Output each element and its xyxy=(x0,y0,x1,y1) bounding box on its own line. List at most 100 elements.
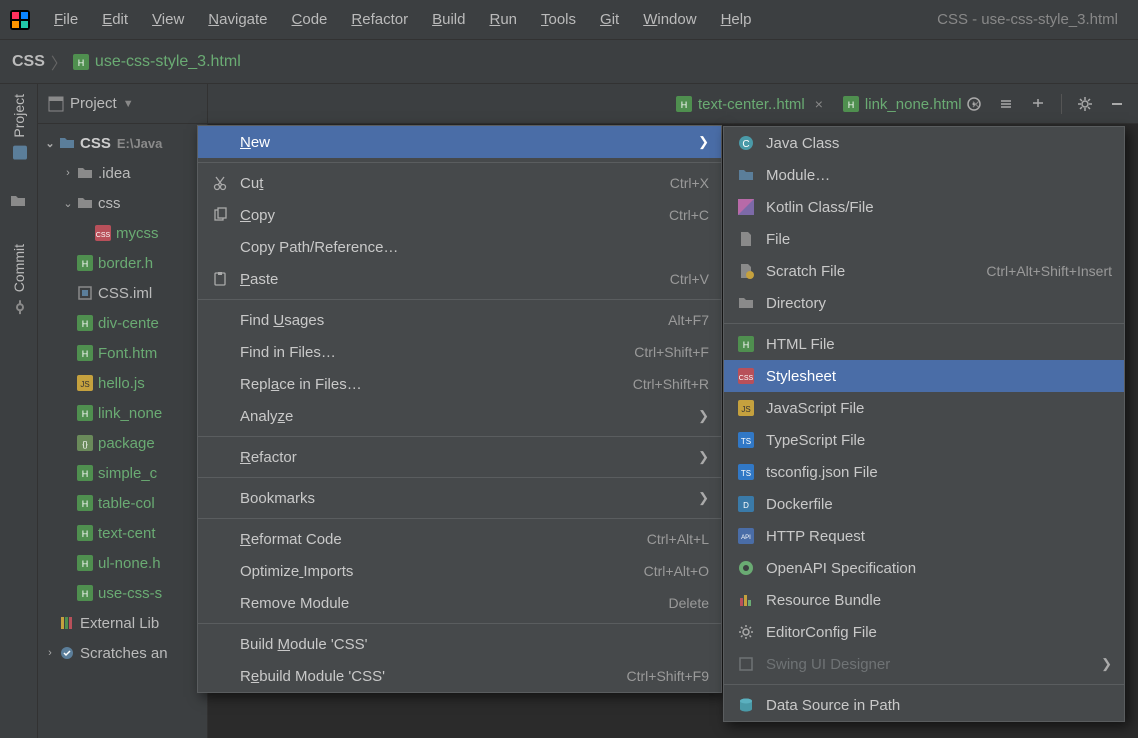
menu-item-data-source-in-path[interactable]: Data Source in Path xyxy=(724,689,1124,721)
tree-item-scratches-an[interactable]: ›Scratches an xyxy=(38,638,207,668)
gutter-commit-tab[interactable]: Commit xyxy=(11,244,27,314)
minimize-icon[interactable] xyxy=(1104,91,1130,117)
menu-run[interactable]: Run xyxy=(479,7,527,32)
openapi-icon xyxy=(736,558,756,578)
tree-item-hello-js[interactable]: JShello.js xyxy=(38,368,207,398)
menu-item-shortcut: Ctrl+X xyxy=(670,175,709,191)
menu-item-shortcut: Ctrl+Shift+F xyxy=(634,344,709,360)
menu-item-scratch-file[interactable]: Scratch FileCtrl+Alt+Shift+Insert xyxy=(724,255,1124,287)
tree-item-text-cent[interactable]: Htext-cent xyxy=(38,518,207,548)
tree-item-div-cente[interactable]: Hdiv-cente xyxy=(38,308,207,338)
context-menu[interactable]: New❯ CutCtrl+XCopyCtrl+CCopy Path/Referen… xyxy=(197,125,722,693)
tree-item-label: use-css-s xyxy=(98,585,162,602)
menu-item-remove-module[interactable]: Remove ModuleDelete xyxy=(198,587,721,619)
menu-item-optimize-imports[interactable]: Optimize ImportsCtrl+Alt+O xyxy=(198,555,721,587)
breadcrumb-file[interactable]: H use-css-style_3.html xyxy=(73,53,241,71)
menu-item-copy-path-reference-[interactable]: Copy Path/Reference… xyxy=(198,231,721,263)
menu-item-rebuild-module-css-[interactable]: Rebuild Module 'CSS'Ctrl+Shift+F9 xyxy=(198,660,721,692)
menu-item-editorconfig-file[interactable]: EditorConfig File xyxy=(724,616,1124,648)
menu-item-java-class[interactable]: CJava Class xyxy=(724,127,1124,159)
tree-item-css[interactable]: ⌄CSSE:\Java xyxy=(38,128,207,158)
menu-item-new[interactable]: New❯ xyxy=(198,126,721,158)
tree-item--idea[interactable]: ›.idea xyxy=(38,158,207,188)
menu-item-find-usages[interactable]: Find UsagesAlt+F7 xyxy=(198,304,721,336)
menu-item-openapi-specification[interactable]: OpenAPI Specification xyxy=(724,552,1124,584)
svg-text:H: H xyxy=(82,319,89,329)
project-tree[interactable]: ⌄CSSE:\Java›.idea⌄cssCSSmycssHborder.h CS… xyxy=(38,124,207,738)
folder-icon[interactable] xyxy=(9,192,29,212)
menu-item-copy[interactable]: CopyCtrl+C xyxy=(198,199,721,231)
menu-refactor[interactable]: Refactor xyxy=(341,7,418,32)
menu-item-paste[interactable]: PasteCtrl+V xyxy=(198,263,721,295)
menu-item-cut[interactable]: CutCtrl+X xyxy=(198,167,721,199)
editor-tab-label: link_none.html xyxy=(865,96,962,113)
project-panel-header[interactable]: Project ▼ xyxy=(38,84,207,124)
menu-item-typescript-file[interactable]: TSTypeScript File xyxy=(724,424,1124,456)
breadcrumb-root[interactable]: CSS xyxy=(12,53,45,71)
menu-item-http-request[interactable]: APIHTTP Request xyxy=(724,520,1124,552)
tree-item-ul-none-h[interactable]: Hul-none.h xyxy=(38,548,207,578)
menu-item-bookmarks[interactable]: Bookmarks❯ xyxy=(198,482,721,514)
menu-item-build-module-css-[interactable]: Build Module 'CSS' xyxy=(198,628,721,660)
tree-item-css[interactable]: ⌄css xyxy=(38,188,207,218)
expander-icon[interactable]: ⌄ xyxy=(42,137,58,150)
tree-item-simple-c[interactable]: Hsimple_c xyxy=(38,458,207,488)
menu-item-module-[interactable]: Module… xyxy=(724,159,1124,191)
menu-item-directory[interactable]: Directory xyxy=(724,287,1124,319)
expander-icon[interactable]: ⌄ xyxy=(60,197,76,210)
docker-icon: D xyxy=(736,494,756,514)
menu-item-resource-bundle[interactable]: Resource Bundle xyxy=(724,584,1124,616)
blank-icon xyxy=(210,310,230,330)
menu-help[interactable]: Help xyxy=(711,7,762,32)
tree-item-table-col[interactable]: Htable-col xyxy=(38,488,207,518)
menu-item-analyze[interactable]: Analyze❯ xyxy=(198,400,721,432)
menu-item-tsconfig-json-file[interactable]: TStsconfig.json File xyxy=(724,456,1124,488)
tree-item-mycss[interactable]: CSSmycss xyxy=(38,218,207,248)
tree-item-font-htm[interactable]: HFont.htm xyxy=(38,338,207,368)
close-icon[interactable]: × xyxy=(972,96,980,112)
editor-tab[interactable]: Htext-center..html× xyxy=(668,90,831,119)
menu-build[interactable]: Build xyxy=(422,7,475,32)
menu-item-kotlin-class-file[interactable]: Kotlin Class/File xyxy=(724,191,1124,223)
menu-edit[interactable]: Edit xyxy=(92,7,138,32)
tree-item-package[interactable]: {}package xyxy=(38,428,207,458)
tree-item-external-lib[interactable]: External Lib xyxy=(38,608,207,638)
tree-item-css-iml[interactable]: CSS.iml xyxy=(38,278,207,308)
expander-icon[interactable]: › xyxy=(42,647,58,659)
menu-git[interactable]: Git xyxy=(590,7,629,32)
kotlin-icon xyxy=(736,197,756,217)
menu-file[interactable]: File xyxy=(44,7,88,32)
menu-view[interactable]: View xyxy=(142,7,194,32)
project-panel-title: Project xyxy=(70,95,117,112)
new-submenu[interactable]: CJava ClassModule…Kotlin Class/FileFileS… xyxy=(723,126,1125,722)
menu-tools[interactable]: Tools xyxy=(531,7,586,32)
menu-item-label: Swing UI Designer xyxy=(766,656,1093,673)
menu-item-dockerfile[interactable]: DDockerfile xyxy=(724,488,1124,520)
expander-icon[interactable]: › xyxy=(60,167,76,179)
expand-all-icon[interactable] xyxy=(993,91,1019,117)
menu-item-javascript-file[interactable]: JSJavaScript File xyxy=(724,392,1124,424)
tree-item-link-none[interactable]: Hlink_none xyxy=(38,398,207,428)
menu-window[interactable]: Window xyxy=(633,7,706,32)
folder-icon xyxy=(736,293,756,313)
menu-item-reformat-code[interactable]: Reformat CodeCtrl+Alt+L xyxy=(198,523,721,555)
gear-icon[interactable] xyxy=(1072,91,1098,117)
tree-item-use-css-s[interactable]: Huse-css-s xyxy=(38,578,207,608)
menu-navigate[interactable]: Navigate xyxy=(198,7,277,32)
menu-item-label: Find Usages xyxy=(240,312,668,329)
tree-item-border-h[interactable]: Hborder.h xyxy=(38,248,207,278)
database-icon xyxy=(736,695,756,715)
menu-item-refactor[interactable]: Refactor❯ xyxy=(198,441,721,473)
collapse-all-icon[interactable] xyxy=(1025,91,1051,117)
chevron-down-icon[interactable]: ▼ xyxy=(123,98,134,110)
editor-tab[interactable]: Hlink_none.html× xyxy=(835,90,988,119)
close-icon[interactable]: × xyxy=(815,96,823,112)
menu-item-find-in-files-[interactable]: Find in Files…Ctrl+Shift+F xyxy=(198,336,721,368)
menu-item-file[interactable]: File xyxy=(724,223,1124,255)
menu-code[interactable]: Code xyxy=(282,7,338,32)
tree-item-label: CSS.iml xyxy=(98,285,152,302)
menu-item-html-file[interactable]: HHTML File xyxy=(724,328,1124,360)
menu-item-replace-in-files-[interactable]: Replace in Files…Ctrl+Shift+R xyxy=(198,368,721,400)
menu-item-stylesheet[interactable]: CSSStylesheet xyxy=(724,360,1124,392)
gutter-project-tab[interactable]: Project xyxy=(11,94,27,160)
